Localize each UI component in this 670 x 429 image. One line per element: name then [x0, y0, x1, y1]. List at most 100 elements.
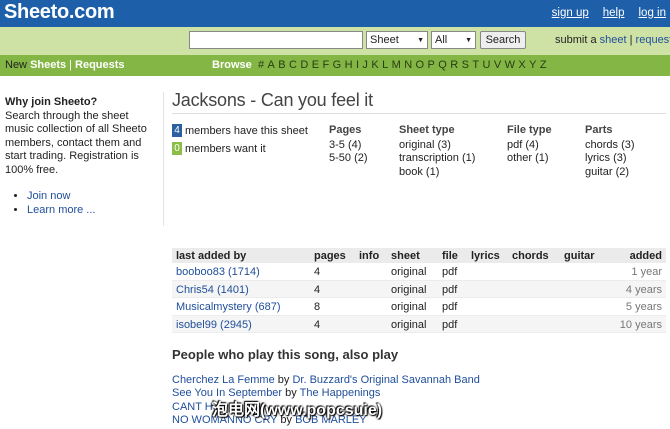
log-in-link[interactable]: log in — [639, 7, 667, 19]
want-stat: 0 members want it — [172, 142, 266, 155]
facet-item[interactable]: pdf (4) — [507, 139, 552, 153]
col-pages[interactable]: pages — [314, 250, 346, 262]
row-user-link[interactable]: Chris54 (1401) — [176, 284, 249, 296]
page-title: Jacksons - Can you feel it — [172, 90, 373, 110]
browse-label: Browse — [212, 59, 252, 71]
song-link[interactable]: CANT H — [172, 401, 213, 413]
facet-sheet-type: Sheet type original (3) transcription (1… — [399, 124, 476, 180]
facet-item[interactable]: 5-50 (2) — [329, 152, 368, 166]
submit-sheet-link[interactable]: sheet — [600, 34, 627, 46]
col-info[interactable]: info — [359, 250, 379, 262]
browse-letter-d[interactable]: D — [300, 59, 308, 71]
browse-letter-w[interactable]: W — [505, 59, 516, 71]
facet-item[interactable]: book (1) — [399, 166, 475, 180]
have-count-badge: 4 — [172, 124, 182, 137]
browse-letter-n[interactable]: N — [404, 59, 412, 71]
nav-new: New Sheets | Requests — [5, 59, 125, 71]
search-input[interactable] — [189, 31, 363, 49]
browse-letter-z[interactable]: Z — [540, 59, 547, 71]
list-item: Cherchez La Femme by Dr. Buzzard's Origi… — [172, 374, 480, 386]
row-user-link[interactable]: Musicalmystery (687) — [176, 301, 281, 313]
want-count-badge: 0 — [172, 142, 182, 155]
browse-letter-i[interactable]: I — [356, 59, 359, 71]
facet-item[interactable]: 3-5 (4) — [329, 139, 368, 153]
submit-links: submit a sheet | request — [555, 34, 670, 46]
facet-file-type: File type pdf (4) other (1) — [507, 124, 552, 166]
browse-letter-h[interactable]: H — [345, 59, 353, 71]
browse-letter-l[interactable]: L — [382, 59, 389, 71]
browse-letter-j[interactable]: J — [362, 59, 368, 71]
facet-item[interactable]: transcription (1) — [399, 152, 475, 166]
browse-letter-k[interactable]: K — [371, 59, 379, 71]
browse-letter-q[interactable]: Q — [438, 59, 447, 71]
browse-letter-b[interactable]: B — [278, 59, 286, 71]
new-requests-link[interactable]: Requests — [75, 59, 125, 71]
col-sheet[interactable]: sheet — [391, 250, 420, 262]
browse-letters: # A B C D E F G H I J K L M N O P Q R S T U V W X Y Z — [258, 59, 550, 71]
browse-letter-p[interactable]: P — [428, 59, 436, 71]
want-text: members want it — [185, 142, 266, 155]
title-divider — [172, 113, 666, 114]
browse-letter-c[interactable]: C — [289, 59, 297, 71]
sheet-type-select[interactable]: Sheet ▼ — [366, 31, 428, 49]
submit-request-link[interactable]: request — [636, 34, 670, 46]
table-row[interactable]: Musicalmystery (687) 8 original pdf 5 ye… — [172, 298, 666, 316]
table-row[interactable]: Chris54 (1401) 4 original pdf 4 years — [172, 280, 666, 298]
col-lyrics[interactable]: lyrics — [471, 250, 500, 262]
watermark: 泡电网(www.popcsuie) — [212, 402, 383, 419]
facet-item[interactable]: guitar (2) — [585, 166, 635, 180]
have-stat: 4 members have this sheet — [172, 124, 308, 137]
browse-letter-e[interactable]: E — [312, 59, 320, 71]
browse-letter-f[interactable]: F — [323, 59, 330, 71]
facet-parts: Parts chords (3) lyrics (3) guitar (2) — [585, 124, 635, 180]
col-chords[interactable]: chords — [512, 250, 549, 262]
facet-item[interactable]: lyrics (3) — [585, 152, 635, 166]
browse-letter-o[interactable]: O — [416, 59, 425, 71]
scope-select[interactable]: All ▼ — [431, 31, 476, 49]
table-row[interactable]: booboo83 (1714) 4 original pdf 1 year — [172, 263, 666, 281]
search-button[interactable]: Search — [480, 31, 526, 49]
sidebar-link-join: Join now — [27, 190, 155, 204]
browse-letter-t[interactable]: T — [472, 59, 479, 71]
row-user-link[interactable]: isobel99 (2945) — [176, 319, 252, 331]
sidebar-heading: Why join Sheeto? — [5, 96, 98, 108]
browse-letter-hash[interactable]: # — [258, 59, 265, 71]
help-link[interactable]: help — [603, 7, 625, 19]
artist-link[interactable]: Dr. Buzzard's Original Savannah Band — [292, 374, 479, 386]
top-bar: Sheeto.com sign up help log in — [0, 0, 670, 27]
have-text: members have this sheet — [185, 124, 308, 137]
site-logo[interactable]: Sheeto.com — [4, 1, 115, 24]
browse-letter-r[interactable]: R — [450, 59, 458, 71]
table-header: last added by pages info sheet file lyri… — [172, 248, 666, 263]
browse-letter-x[interactable]: X — [518, 59, 526, 71]
new-sheets-link[interactable]: Sheets — [30, 59, 66, 71]
sheet-type-selected: Sheet — [370, 34, 399, 46]
facet-item[interactable]: other (1) — [507, 152, 552, 166]
col-file[interactable]: file — [442, 250, 458, 262]
col-added[interactable]: added — [630, 250, 662, 262]
browse-letter-g[interactable]: G — [333, 59, 342, 71]
nav-bar: New Sheets | Requests Browse # A B C D E F G H I J K L… — [0, 55, 670, 76]
table-row[interactable]: isobel99 (2945) 4 original pdf 10 years — [172, 315, 666, 333]
sidebar-links: Join now Learn more ... — [5, 190, 155, 217]
browse-letter-a[interactable]: A — [268, 59, 276, 71]
col-last-added-by[interactable]: last added by — [176, 250, 246, 262]
facet-item[interactable]: chords (3) — [585, 139, 635, 153]
sheets-table: last added by pages info sheet file lyri… — [172, 248, 666, 333]
browse-letter-u[interactable]: U — [482, 59, 490, 71]
browse-letter-y[interactable]: Y — [529, 59, 537, 71]
browse-letter-s[interactable]: S — [462, 59, 470, 71]
row-user-link[interactable]: booboo83 (1714) — [176, 266, 260, 278]
browse-letter-v[interactable]: V — [494, 59, 502, 71]
chevron-down-icon: ▼ — [417, 36, 424, 44]
song-link[interactable]: Cherchez La Femme — [172, 374, 275, 386]
sidebar-body: Search through the sheet music collectio… — [5, 109, 147, 176]
scope-selected: All — [435, 34, 448, 46]
facet-item[interactable]: original (3) — [399, 139, 475, 153]
sidebar-link-learn-more: Learn more ... — [27, 204, 155, 218]
account-links: sign up help log in — [552, 7, 666, 19]
search-bar: Sheet ▼ All ▼ Search submit a sheet | re… — [0, 27, 670, 55]
sign-up-link[interactable]: sign up — [552, 7, 589, 19]
col-guitar[interactable]: guitar — [564, 250, 595, 262]
browse-letter-m[interactable]: M — [392, 59, 402, 71]
